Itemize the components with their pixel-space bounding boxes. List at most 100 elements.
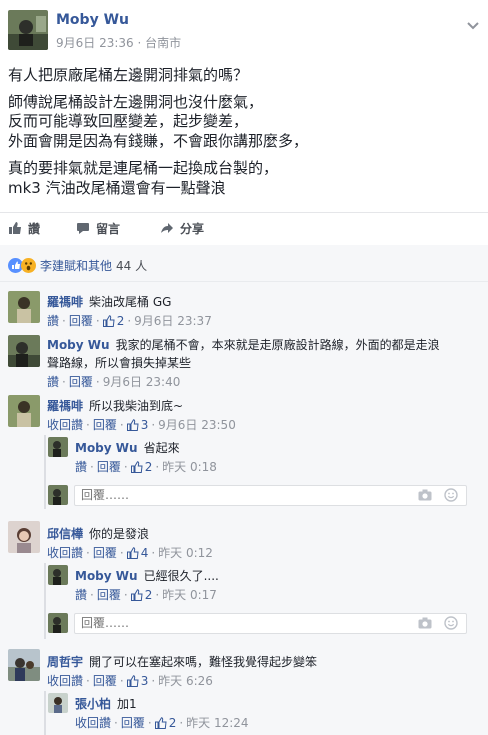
comment-button[interactable]: 留言 — [76, 220, 120, 237]
reply-reply-link[interactable]: 回覆 — [97, 588, 121, 602]
commenter-name[interactable]: 周哲宇 — [47, 655, 83, 669]
comment-like-count[interactable]: 2 — [102, 314, 125, 328]
comment-reply-link[interactable]: 回覆 — [93, 546, 117, 560]
replier-name[interactable]: 張小柏 — [75, 697, 111, 711]
camera-icon[interactable] — [418, 489, 432, 501]
commenter-avatar[interactable] — [8, 649, 40, 681]
commenter-name[interactable]: Moby Wu — [47, 338, 110, 352]
reply-like-count[interactable]: 2 — [130, 460, 153, 474]
reply-like-link[interactable]: 讚 — [75, 460, 87, 474]
comment-reply-link[interactable]: 回覆 — [69, 314, 93, 328]
commenter-name[interactable]: 羅禡啡 — [47, 295, 83, 309]
comment-like-link[interactable]: 讚 — [47, 314, 59, 328]
post-location[interactable]: 台南市 — [145, 36, 181, 50]
post-text-line: mk3 汽油改尾桶還會有一點聲浪 — [8, 179, 226, 197]
reply-time[interactable]: 昨天 0:18 — [162, 460, 217, 474]
like-count-icon — [130, 461, 143, 473]
author-name[interactable]: Moby Wu — [56, 12, 129, 28]
reply-actions: 收回讚 · 回覆 · 2 · 昨天 12:24 — [75, 714, 249, 731]
comment-like-count[interactable]: 3 — [126, 674, 148, 688]
reply-time[interactable]: 昨天 12:24 — [186, 716, 248, 730]
dot-separator: · — [147, 716, 152, 730]
dot-separator: · — [90, 588, 94, 602]
reply-avatar[interactable] — [48, 437, 68, 457]
reply-reply-link[interactable]: 回覆 — [97, 460, 121, 474]
share-button[interactable]: 分享 — [160, 220, 204, 237]
post-options-chevron-icon[interactable] — [467, 15, 479, 30]
like-count-icon — [126, 419, 139, 431]
like-count-value: 2 — [144, 460, 153, 474]
comment-like-link[interactable]: 收回讚 — [47, 546, 83, 560]
dot-separator: · — [86, 674, 90, 688]
like-button[interactable]: 讚 — [8, 220, 40, 237]
comment-like-count[interactable]: 4 — [126, 546, 149, 560]
comment-icon — [77, 223, 89, 234]
reaction-names[interactable]: 李建賦和其他 — [40, 259, 112, 273]
comment-time[interactable]: 昨天 6:26 — [158, 674, 213, 688]
dot-separator: · — [86, 418, 90, 432]
comments-section: 李建賦和其他 44 人 羅禡啡 柴油改尾桶 GG 讚 · 回覆 · 2 · 9月6日 23:37… — [0, 245, 488, 735]
post-text-line: 真的要排氣就是連尾桶一起換成台製的， — [8, 159, 279, 177]
comment-reply-link[interactable]: 回覆 — [69, 375, 93, 389]
comment-reply-link[interactable]: 回覆 — [93, 674, 117, 688]
reaction-summary[interactable]: 李建賦和其他 44 人 — [8, 255, 147, 273]
replier-name[interactable]: Moby Wu — [75, 569, 138, 583]
like-count-value: 2 — [116, 314, 125, 328]
dot-separator: · — [90, 460, 94, 474]
comment-actions: 收回讚 · 回覆 · 3 · 昨天 6:26 — [47, 672, 213, 689]
like-count-value: 4 — [140, 546, 149, 560]
comment-time[interactable]: 昨天 0:12 — [158, 546, 213, 560]
comment-like-count[interactable]: 3 — [126, 418, 148, 432]
comment-text: 開了可以在塞起來嗎，難怪我覺得起步變笨 — [89, 655, 318, 669]
post-time[interactable]: 9月6日 23:36 — [56, 36, 134, 50]
post-text-line: 外面會開是因為有錢賺，不會跟你講那麼多， — [8, 132, 309, 150]
reply-body: Moby Wu 省起來 — [75, 439, 180, 456]
comment-time[interactable]: 9月6日 23:37 — [134, 314, 212, 328]
reply-thread-line — [44, 563, 46, 639]
dot-separator: · — [95, 375, 100, 389]
replier-name[interactable]: Moby Wu — [75, 441, 138, 455]
reply-avatar[interactable] — [48, 565, 68, 585]
commenter-avatar[interactable] — [8, 335, 40, 367]
dot-separator: · — [155, 588, 160, 602]
like-count-value: 2 — [144, 588, 153, 602]
reply-input[interactable] — [81, 615, 281, 631]
reply-like-count[interactable]: 2 — [154, 716, 177, 730]
commenter-avatar[interactable] — [8, 521, 40, 553]
comment-like-link[interactable]: 收回讚 — [47, 418, 83, 432]
reply-like-link[interactable]: 收回讚 — [75, 716, 111, 730]
like-count-icon — [126, 547, 139, 559]
commenter-name[interactable]: 邱信樺 — [47, 527, 83, 541]
reply-avatar[interactable] — [48, 693, 68, 713]
thumbs-up-icon — [9, 222, 21, 234]
like-count-value: 2 — [168, 716, 177, 730]
comment-like-link[interactable]: 讚 — [47, 375, 59, 389]
comment-like-link[interactable]: 收回讚 — [47, 674, 83, 688]
like-count-icon — [126, 675, 139, 687]
comment-time[interactable]: 9月6日 23:50 — [158, 418, 236, 432]
dot-separator: · — [95, 314, 100, 328]
reply-actions: 讚 · 回覆 · 2 · 昨天 0:18 — [75, 458, 217, 475]
reply-thread-line — [44, 435, 46, 509]
dot-separator: · — [151, 546, 156, 560]
reply-like-count[interactable]: 2 — [130, 588, 153, 602]
comment-time[interactable]: 9月6日 23:40 — [103, 375, 181, 389]
post-text-line: 反而可能導致回壓變差，起步變差， — [8, 112, 249, 130]
reply-body: 張小柏 加1 — [75, 695, 137, 712]
reply-time[interactable]: 昨天 0:17 — [162, 588, 217, 602]
commenter-avatar[interactable] — [8, 291, 40, 323]
camera-icon[interactable] — [418, 617, 432, 629]
emoji-icon[interactable] — [444, 488, 458, 502]
reaction-count[interactable]: 44 人 — [116, 259, 147, 273]
reply-reply-link[interactable]: 回覆 — [121, 716, 145, 730]
commenter-avatar[interactable] — [8, 395, 40, 427]
author-avatar[interactable] — [8, 10, 48, 50]
dot-separator: · — [151, 418, 156, 432]
reply-input[interactable] — [81, 487, 281, 503]
commenter-name[interactable]: 羅禡啡 — [47, 399, 83, 413]
reply-like-link[interactable]: 讚 — [75, 588, 87, 602]
post-meta: 9月6日 23:36 · 台南市 — [56, 34, 181, 51]
comment-reply-link[interactable]: 回覆 — [93, 418, 117, 432]
comment-body: 周哲宇 開了可以在塞起來嗎，難怪我覺得起步變笨 — [47, 653, 317, 670]
emoji-icon[interactable] — [444, 616, 458, 630]
